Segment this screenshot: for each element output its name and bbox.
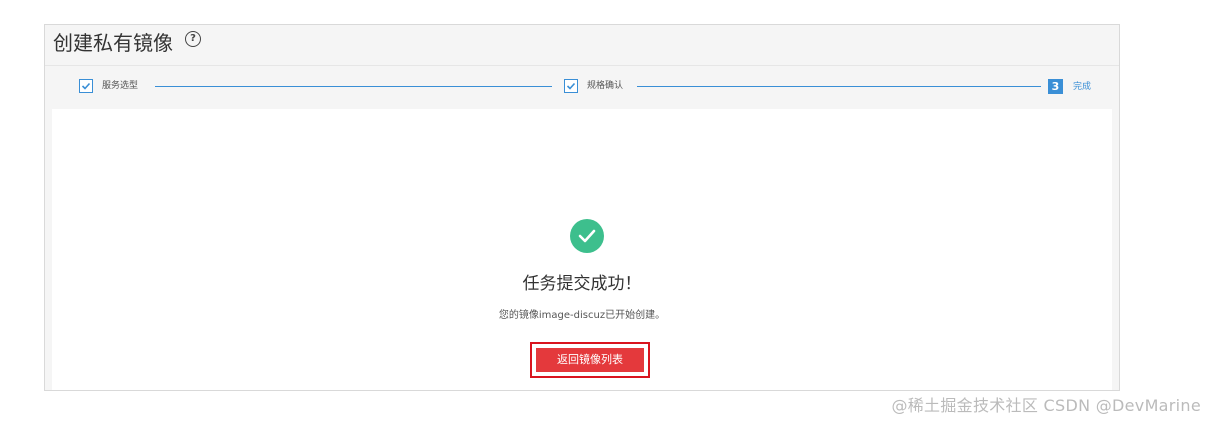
success-title: 任务提交成功！ <box>522 274 642 294</box>
step2-connector <box>637 86 1041 87</box>
step3-label: 完成 <box>1073 82 1092 92</box>
watermark: @稀土掘金技术社区 CSDN @DevMarine <box>891 396 1201 415</box>
result-content: 任务提交成功！ 您的镜像image-discuz已开始创建。 返回镜像列表 <box>52 109 1112 390</box>
question-circle-icon[interactable]: ? <box>185 31 201 47</box>
step2-check-icon <box>564 79 578 93</box>
step1-check-icon <box>79 79 93 93</box>
create-image-panel: 创建私有镜像 ? 服务选型 规格确认 3 完成 任务提交成功！ 您的镜像imag… <box>44 24 1120 391</box>
check-circle-icon <box>570 219 604 253</box>
success-message: 您的镜像image-discuz已开始创建。 <box>498 310 666 321</box>
page-title: 创建私有镜像 <box>53 31 173 55</box>
step2-label: 规格确认 <box>587 81 624 91</box>
progress-steps: 服务选型 规格确认 3 完成 <box>45 66 1119 108</box>
step1-label: 服务选型 <box>102 81 139 91</box>
panel-header: 创建私有镜像 ? <box>45 25 1119 65</box>
step1-connector <box>155 86 552 87</box>
button-highlight-frame: 返回镜像列表 <box>530 342 650 378</box>
back-to-image-list-button[interactable]: 返回镜像列表 <box>536 348 644 372</box>
step3-number: 3 <box>1048 79 1063 94</box>
